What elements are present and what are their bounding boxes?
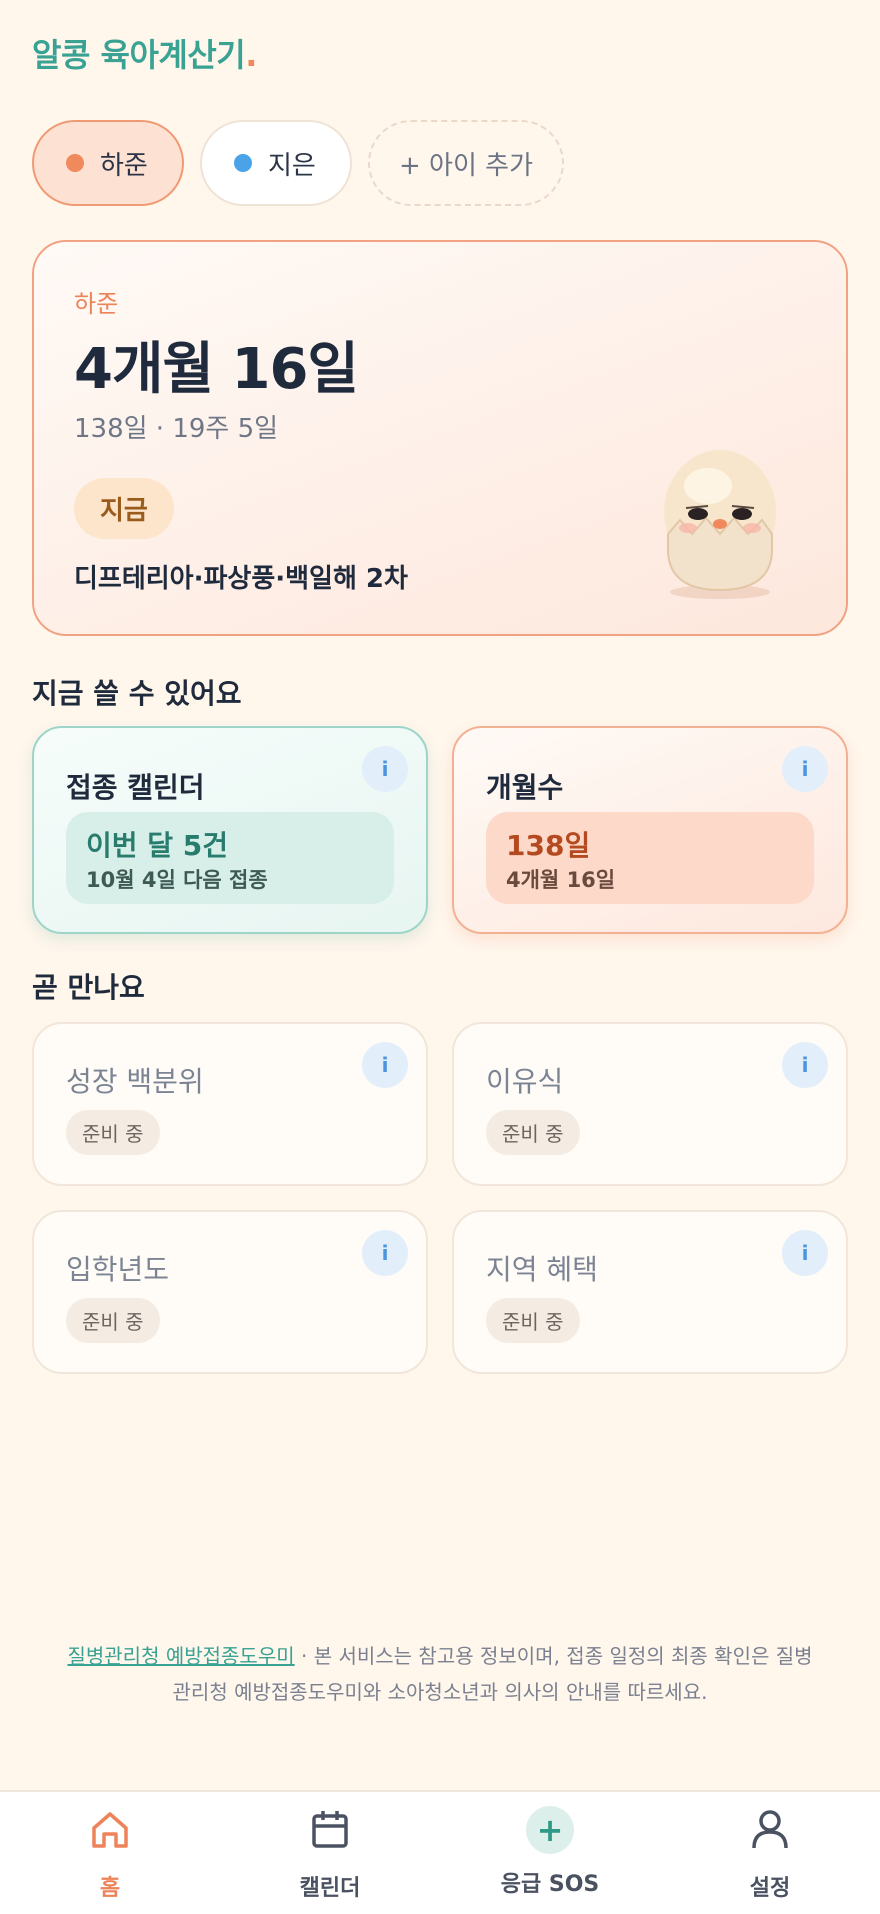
- info-icon[interactable]: i: [782, 1230, 828, 1276]
- regional-benefits-card[interactable]: i 지역 혜택 준비 중: [452, 1210, 848, 1374]
- tab-settings[interactable]: 설정: [690, 1806, 850, 1902]
- soon-section-title: 곧 만나요: [32, 971, 145, 1004]
- hero-vaccine: 디프테리아·파상풍·백일해 2차: [74, 564, 408, 594]
- add-child-button[interactable]: + 아이 추가: [368, 120, 564, 206]
- vaccination-calendar-card[interactable]: i 접종 캘린더 이번 달 5건 10월 4일 다음 접종: [32, 726, 428, 934]
- school-year-card[interactable]: i 입학년도 준비 중: [32, 1210, 428, 1374]
- tab-home[interactable]: 홈: [30, 1806, 190, 1902]
- home-icon: [92, 1812, 128, 1848]
- child-color-dot: [66, 154, 84, 172]
- card-title: 성장 백분위: [66, 1065, 204, 1098]
- app-title-dot: .: [245, 36, 257, 74]
- card-summary: 138일 4개월 16일: [486, 812, 814, 904]
- kdca-link[interactable]: 질병관리청 예방접종도우미: [67, 1644, 294, 1668]
- info-icon[interactable]: i: [362, 746, 408, 792]
- months-card[interactable]: i 개월수 138일 4개월 16일: [452, 726, 848, 934]
- card-summary-detail: 10월 4일 다음 접종: [86, 868, 268, 892]
- tab-label: 응급 SOS: [500, 1872, 600, 1897]
- calendar-icon: [312, 1811, 348, 1848]
- child-color-dot: [234, 154, 252, 172]
- coming-soon-tag: 준비 중: [66, 1298, 160, 1343]
- coming-soon-tag: 준비 중: [66, 1110, 160, 1155]
- bottom-tab-bar: 홈 캘린더 + 응급 SOS 설정: [0, 1790, 880, 1914]
- card-summary: 이번 달 5건 10월 4일 다음 접종: [66, 812, 394, 904]
- info-icon[interactable]: i: [362, 1042, 408, 1088]
- child-chip-jieun[interactable]: 지은: [200, 120, 352, 206]
- plus-icon: +: [526, 1806, 574, 1854]
- tab-label: 홈: [99, 1876, 121, 1901]
- child-chip-label: 하준: [100, 150, 148, 181]
- info-icon[interactable]: i: [362, 1230, 408, 1276]
- tab-emergency-sos[interactable]: + 응급 SOS: [470, 1806, 630, 1898]
- hero-child-name: 하준: [74, 290, 119, 318]
- growth-percentile-card[interactable]: i 성장 백분위 준비 중: [32, 1022, 428, 1186]
- available-section-title: 지금 쓸 수 있어요: [32, 677, 242, 710]
- tab-label: 설정: [749, 1876, 791, 1901]
- hero-age: 4개월 16일: [74, 337, 359, 402]
- hero-days: 138일 · 19주 5일: [74, 414, 279, 444]
- card-summary-detail: 4개월 16일: [506, 868, 616, 892]
- info-icon[interactable]: i: [782, 746, 828, 792]
- child-chip-label: 지은: [268, 150, 316, 181]
- info-icon[interactable]: i: [782, 1042, 828, 1088]
- tab-calendar[interactable]: 캘린더: [250, 1806, 410, 1902]
- card-title: 접종 캘린더: [66, 771, 205, 804]
- card-title: 이유식: [486, 1065, 564, 1098]
- app-title: 알콩 육아계산기.: [32, 36, 257, 74]
- card-title: 지역 혜택: [486, 1253, 598, 1286]
- tab-label: 캘린더: [299, 1876, 361, 1901]
- card-title: 입학년도: [66, 1253, 170, 1286]
- baby-food-card[interactable]: i 이유식 준비 중: [452, 1022, 848, 1186]
- coming-soon-tag: 준비 중: [486, 1298, 580, 1343]
- child-selector: 하준 지은 + 아이 추가: [32, 120, 564, 206]
- child-age-card[interactable]: 하준 4개월 16일 138일 · 19주 5일 지금 디프테리아·파상풍·백일…: [32, 240, 848, 636]
- child-chip-hajun[interactable]: 하준: [32, 120, 184, 206]
- disclaimer: 질병관리청 예방접종도우미 · 본 서비스는 참고용 정보이며, 접종 일정의 …: [60, 1638, 820, 1710]
- card-summary-value: 138일: [506, 829, 591, 862]
- now-badge: 지금: [74, 478, 174, 539]
- card-title: 개월수: [486, 771, 564, 804]
- egg-chick-icon: [664, 450, 776, 599]
- coming-soon-tag: 준비 중: [486, 1110, 580, 1155]
- person-icon: [752, 1810, 788, 1849]
- card-summary-value: 이번 달 5건: [86, 829, 229, 862]
